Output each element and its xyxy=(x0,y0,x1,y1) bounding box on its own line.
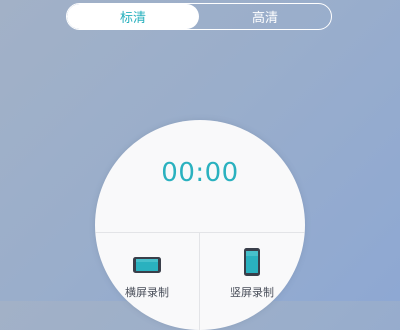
portrait-record-button[interactable]: 竖屏录制 xyxy=(200,232,304,330)
timer-display: 00:00 xyxy=(161,158,239,188)
quality-toggle: 标清 高清 xyxy=(66,3,332,30)
landscape-phone-icon xyxy=(133,257,161,273)
landscape-record-label: 横屏录制 xyxy=(125,286,169,299)
record-dial: 00:00 横屏录制 竖屏录制 xyxy=(95,120,305,330)
quality-option-standard[interactable]: 标清 xyxy=(67,4,199,29)
landscape-record-button[interactable]: 横屏录制 xyxy=(95,232,199,330)
quality-option-hd[interactable]: 高清 xyxy=(199,4,331,29)
portrait-record-label: 竖屏录制 xyxy=(230,286,274,299)
portrait-phone-icon xyxy=(244,248,260,276)
